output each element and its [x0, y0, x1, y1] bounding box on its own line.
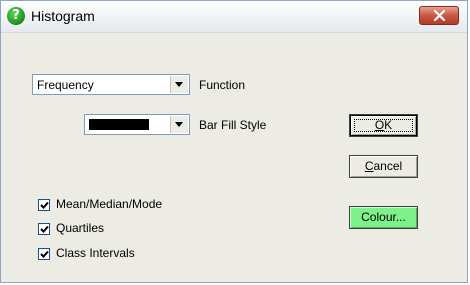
bar-fill-select-arrow[interactable]	[170, 116, 188, 133]
close-button[interactable]	[419, 6, 459, 25]
checkmark-icon	[40, 225, 49, 233]
ok-focus-rect	[354, 119, 413, 132]
checkbox-label: Mean/Median/Mode	[56, 197, 163, 211]
checkbox-label: Class Intervals	[56, 246, 135, 260]
title-bar[interactable]: ? Histogram	[1, 1, 467, 33]
function-select[interactable]: Frequency	[32, 74, 190, 95]
function-label: Function	[199, 78, 246, 92]
function-select-value: Frequency	[37, 78, 94, 92]
function-select-arrow[interactable]	[170, 76, 188, 93]
checkbox-box[interactable]	[38, 199, 50, 211]
bar-fill-swatch	[89, 119, 149, 130]
cancel-button[interactable]: Cancel	[349, 155, 418, 178]
histogram-dialog: ? Histogram Frequency Function Bar Fill …	[0, 0, 468, 283]
ok-button[interactable]: OK	[349, 114, 418, 137]
dropdown-arrow-icon	[175, 82, 183, 87]
bar-fill-style-label: Bar Fill Style	[199, 118, 267, 132]
checkbox-box[interactable]	[38, 248, 50, 260]
cancel-label-rest: ancel	[373, 159, 403, 173]
dropdown-arrow-icon	[175, 122, 183, 127]
checkmark-icon	[40, 201, 49, 209]
checkbox-label: Quartiles	[56, 221, 105, 235]
dialog-body: Frequency Function Bar Fill Style OK Can…	[1, 33, 467, 282]
checkmark-icon	[40, 250, 49, 258]
help-question-icon: ?	[7, 7, 25, 25]
window-title: Histogram	[31, 8, 95, 24]
colour-button-label: Colour...	[361, 210, 406, 224]
close-x-icon	[433, 10, 446, 21]
checkbox-box[interactable]	[38, 223, 50, 235]
bar-fill-style-select[interactable]	[84, 114, 190, 135]
colour-button[interactable]: Colour...	[349, 206, 418, 229]
